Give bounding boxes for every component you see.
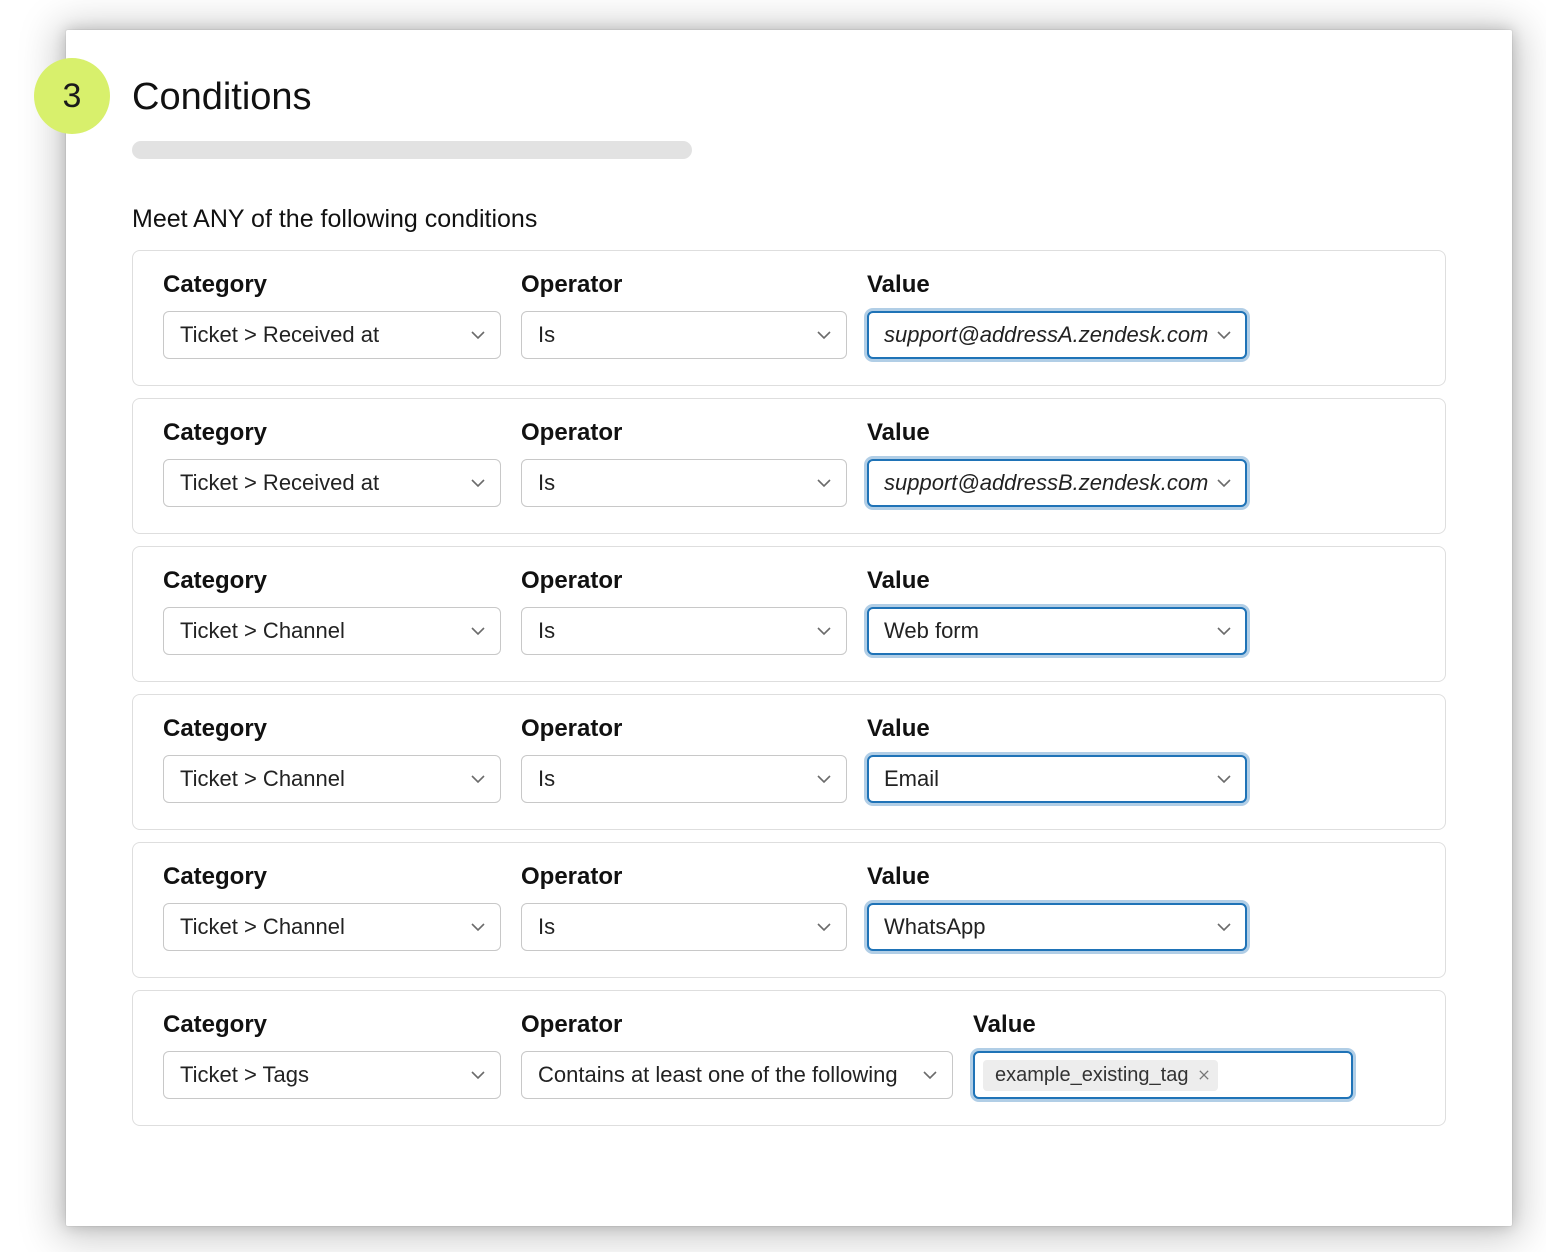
category-label: Category — [163, 863, 501, 891]
chevron-down-icon — [470, 771, 486, 787]
step-number: 3 — [63, 77, 82, 116]
value-select[interactable]: Web form — [867, 607, 1247, 655]
chevron-down-icon — [1216, 623, 1232, 639]
condition-row: Category Ticket > Tags Operator Contains at… — [132, 990, 1446, 1126]
operator-label: Operator — [521, 419, 847, 447]
chevron-down-icon — [470, 1067, 486, 1083]
value-select[interactable]: support@addressA.zendesk.com — [867, 311, 1247, 359]
category-select[interactable]: Ticket > Channel — [163, 607, 501, 655]
value-label: Value — [867, 419, 1247, 447]
operator-label: Operator — [521, 715, 847, 743]
operator-select[interactable]: Is — [521, 311, 847, 359]
operator-label: Operator — [521, 1011, 953, 1039]
category-label: Category — [163, 271, 501, 299]
value-select[interactable]: Email — [867, 755, 1247, 803]
step-badge: 3 — [34, 58, 110, 134]
condition-row: Category Ticket > Received at Operator Is Va… — [132, 398, 1446, 534]
operator-value: Is — [538, 322, 555, 348]
remove-tag-icon[interactable] — [1198, 1069, 1210, 1081]
operator-value: Is — [538, 766, 555, 792]
condition-row: Category Ticket > Channel Operator Is Value W… — [132, 546, 1446, 682]
conditions-heading: Conditions — [132, 76, 1446, 119]
operator-select[interactable]: Is — [521, 755, 847, 803]
condition-row: Category Ticket > Received at Operator Is Va… — [132, 250, 1446, 386]
chevron-down-icon — [1216, 475, 1232, 491]
value-select[interactable]: support@addressB.zendesk.com — [867, 459, 1247, 507]
chevron-down-icon — [816, 623, 832, 639]
value-label: Value — [867, 271, 1247, 299]
chevron-down-icon — [1216, 919, 1232, 935]
category-select[interactable]: Ticket > Channel — [163, 755, 501, 803]
operator-select[interactable]: Is — [521, 903, 847, 951]
chevron-down-icon — [816, 327, 832, 343]
operator-select[interactable]: Is — [521, 607, 847, 655]
chevron-down-icon — [470, 919, 486, 935]
value-label: Value — [867, 863, 1247, 891]
category-value: Ticket > Received at — [180, 470, 379, 496]
operator-value: Contains at least one of the following — [538, 1062, 898, 1088]
chevron-down-icon — [1216, 327, 1232, 343]
category-select[interactable]: Ticket > Tags — [163, 1051, 501, 1099]
value-text: support@addressA.zendesk.com — [884, 322, 1208, 348]
value-text: Email — [884, 766, 939, 792]
value-text: Web form — [884, 618, 979, 644]
conditions-panel: Conditions Meet ANY of the following con… — [66, 30, 1512, 1226]
chevron-down-icon — [470, 327, 486, 343]
operator-label: Operator — [521, 271, 847, 299]
condition-row: Category Ticket > Channel Operator Is Value E… — [132, 694, 1446, 830]
category-label: Category — [163, 567, 501, 595]
operator-label: Operator — [521, 567, 847, 595]
operator-value: Is — [538, 470, 555, 496]
description-placeholder — [132, 141, 692, 159]
value-label: Value — [867, 715, 1247, 743]
category-select[interactable]: Ticket > Channel — [163, 903, 501, 951]
value-text: support@addressB.zendesk.com — [884, 470, 1208, 496]
chevron-down-icon — [922, 1067, 938, 1083]
category-value: Ticket > Channel — [180, 766, 345, 792]
conditions-list: Category Ticket > Received at Operator Is Va… — [132, 250, 1446, 1126]
chevron-down-icon — [816, 919, 832, 935]
chevron-down-icon — [470, 623, 486, 639]
tag-text: example_existing_tag — [995, 1064, 1188, 1087]
category-value: Ticket > Tags — [180, 1062, 309, 1088]
operator-value: Is — [538, 618, 555, 644]
category-select[interactable]: Ticket > Received at — [163, 459, 501, 507]
operator-value: Is — [538, 914, 555, 940]
category-value: Ticket > Channel — [180, 914, 345, 940]
operator-select[interactable]: Is — [521, 459, 847, 507]
value-tag-input[interactable]: example_existing_tag — [973, 1051, 1353, 1099]
value-label: Value — [973, 1011, 1353, 1039]
category-label: Category — [163, 1011, 501, 1039]
condition-row: Category Ticket > Channel Operator Is Value W… — [132, 842, 1446, 978]
operator-label: Operator — [521, 863, 847, 891]
chevron-down-icon — [1216, 771, 1232, 787]
value-text: WhatsApp — [884, 914, 986, 940]
chevron-down-icon — [816, 771, 832, 787]
category-label: Category — [163, 715, 501, 743]
category-select[interactable]: Ticket > Received at — [163, 311, 501, 359]
chevron-down-icon — [470, 475, 486, 491]
match-mode-label: Meet ANY of the following conditions — [132, 205, 1446, 234]
chevron-down-icon — [816, 475, 832, 491]
operator-select[interactable]: Contains at least one of the following — [521, 1051, 953, 1099]
value-label: Value — [867, 567, 1247, 595]
category-label: Category — [163, 419, 501, 447]
category-value: Ticket > Received at — [180, 322, 379, 348]
value-select[interactable]: WhatsApp — [867, 903, 1247, 951]
tag-pill: example_existing_tag — [983, 1060, 1218, 1091]
category-value: Ticket > Channel — [180, 618, 345, 644]
